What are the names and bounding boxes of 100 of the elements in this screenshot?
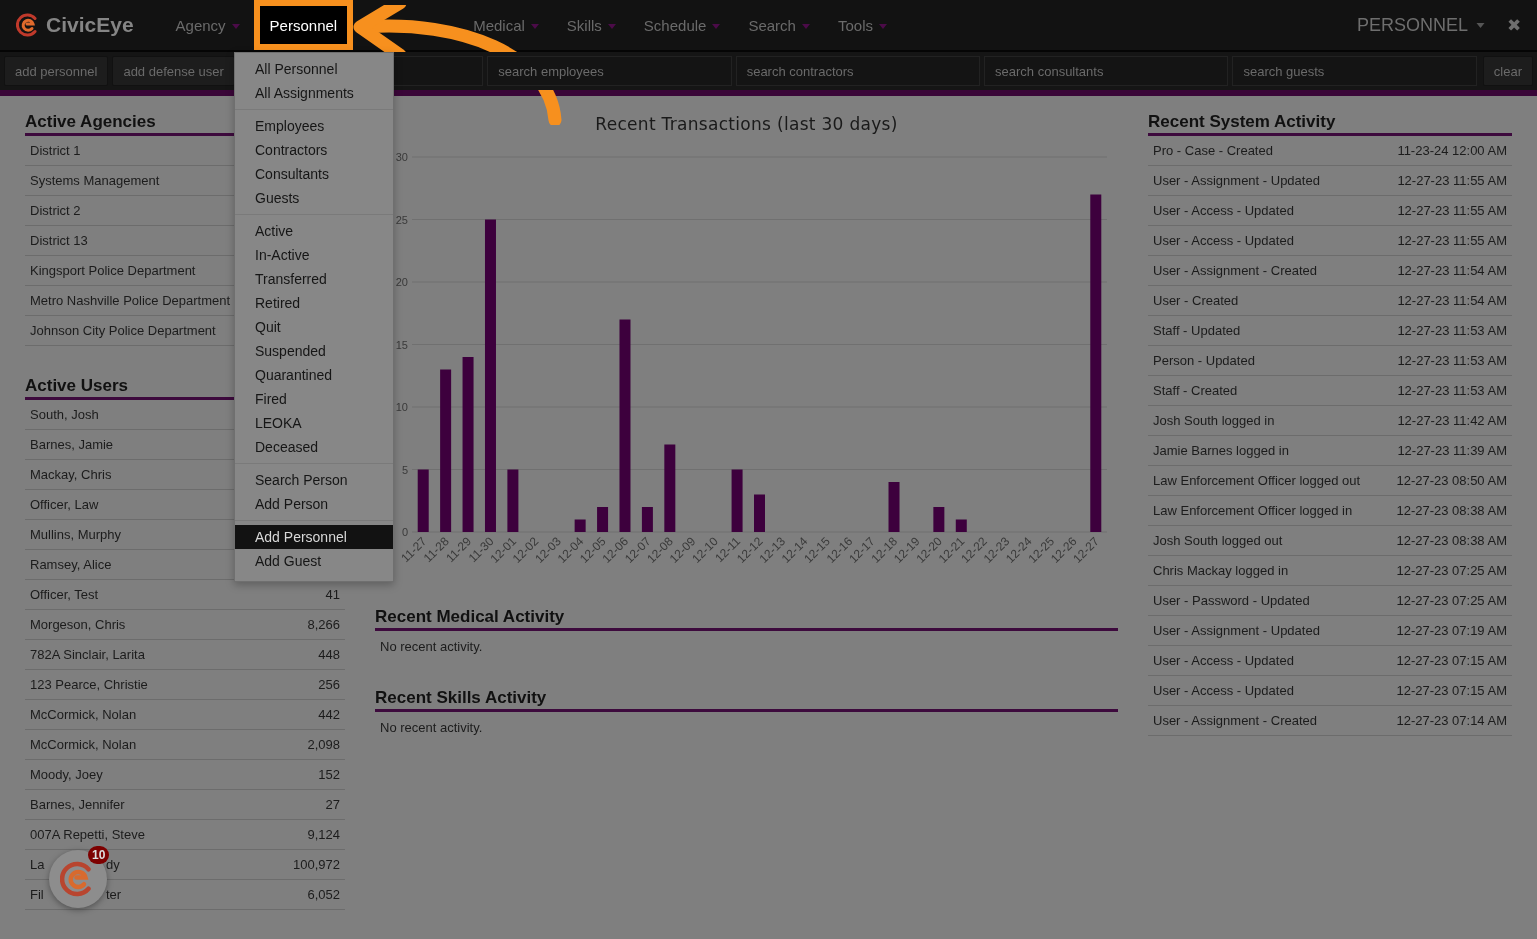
menu-item[interactable]: Transferred [235, 267, 393, 291]
menu-item[interactable]: Add Person [235, 492, 393, 516]
user-name[interactable]: Morgeson, Chris [30, 617, 126, 632]
search-field[interactable]: search consultants [984, 56, 1229, 86]
user-name[interactable]: South, Josh [30, 407, 99, 422]
chart-bar [754, 494, 765, 532]
menu-item[interactable]: LEOKA [235, 411, 393, 435]
activity-time: 12-27-23 11:53 AM [1397, 353, 1507, 368]
caret-icon [879, 23, 887, 29]
user-name[interactable]: ter [106, 887, 122, 902]
user-count: 8,266 [307, 617, 340, 632]
axis-label: 10 [395, 401, 408, 413]
nav-tab[interactable]: Personnel [259, 6, 348, 44]
chart-title: Recent Transactions (last 30 days) [594, 114, 899, 134]
empty-message: No recent activity. [380, 639, 484, 654]
nav-tab[interactable]: Agency [161, 0, 254, 50]
search-field[interactable]: search employees [487, 56, 732, 86]
menu-item[interactable]: Deceased [235, 435, 393, 459]
user-name[interactable]: La [30, 857, 45, 872]
user-name[interactable]: 782A Sinclair, Larita [30, 647, 145, 662]
activity-event: User - Assignment - Updated [1153, 173, 1320, 188]
nav-tab[interactable]: Tools [823, 0, 901, 50]
clear-button[interactable]: clear [1482, 56, 1533, 86]
nav-tab[interactable]: Skills [552, 0, 630, 50]
section-heading: Recent Medical Activity [375, 607, 1118, 631]
menu-item[interactable]: Retired [235, 291, 393, 315]
user-name[interactable]: Moody, Joey [30, 767, 103, 782]
activity-event: Person - Updated [1153, 353, 1255, 368]
activity-time: 12-27-23 07:15 AM [1396, 683, 1507, 698]
user-name[interactable]: Barnes, Jamie [30, 437, 114, 452]
search-field[interactable]: search contractors [735, 56, 981, 86]
agency-name[interactable]: Systems Management [30, 173, 160, 188]
user-name[interactable]: Officer, Law [30, 497, 99, 512]
agency-name[interactable]: Metro Nashville Police Department [30, 293, 231, 308]
toolbar-button[interactable]: add personnel [4, 56, 109, 86]
nav-tab[interactable]: Medical [459, 0, 553, 50]
user-name[interactable]: Officer, Test [30, 587, 99, 602]
menu-item[interactable]: Contractors [235, 138, 393, 162]
axis-label: 25 [395, 213, 408, 226]
activity-time: 12-27-23 07:25 AM [1396, 563, 1507, 578]
menu-item[interactable]: All Personnel [235, 57, 393, 81]
user-name[interactable]: 007A Repetti, Steve [30, 827, 145, 842]
menu-item[interactable]: Consultants [235, 162, 393, 186]
activity-time: 12-27-23 11:55 AM [1397, 203, 1507, 218]
activity-time: 12-27-23 11:53 AM [1397, 323, 1507, 338]
activity-event: User - Created [1153, 293, 1239, 308]
logo-icon [16, 13, 40, 37]
user-name[interactable]: Ramsey, Alice [30, 557, 112, 572]
activity-time: 12-27-23 11:54 AM [1397, 293, 1507, 308]
user-name[interactable]: Barnes, Jennifer [30, 797, 125, 812]
module-menu[interactable]: PERSONNEL [1356, 14, 1485, 36]
user-name[interactable]: 123 Pearce, Christie [30, 677, 148, 692]
empty-message: No recent activity. [380, 720, 484, 735]
activity-event: User - Access - Updated [1153, 683, 1294, 698]
agency-name[interactable]: District 13 [30, 233, 88, 248]
toolbar-button[interactable]: add defense user [112, 56, 235, 86]
activity-event: Josh South logged out [1153, 533, 1283, 548]
activity-time: 12-27-23 08:50 AM [1396, 473, 1507, 488]
nav-tab[interactable]: Schedule [629, 0, 735, 50]
menu-item[interactable]: Quit [235, 315, 393, 339]
user-name[interactable]: McCormick, Nolan [30, 737, 137, 752]
user-count: 152 [318, 767, 340, 782]
nav-tab[interactable]: Search [734, 0, 824, 50]
chart-bar [888, 482, 900, 532]
user-count: 2,098 [307, 737, 340, 752]
chart-bar [731, 469, 743, 532]
user-count: 256 [318, 677, 340, 692]
caret-icon [607, 23, 616, 29]
user-count: 100,972 [293, 857, 340, 872]
activity-time: 12-27-23 11:55 AM [1397, 173, 1507, 188]
caret-icon [231, 23, 240, 29]
brand-name[interactable]: CivicEye [46, 13, 134, 37]
axis-label: 30 [395, 151, 408, 163]
search-field[interactable]: search guests [1232, 56, 1477, 86]
menu-item[interactable]: Add Personnel [235, 525, 393, 549]
menu-item[interactable]: Search Person [235, 468, 393, 492]
agency-name[interactable]: District 2 [30, 203, 81, 218]
activity-event: Staff - Updated [1153, 323, 1241, 338]
menu-item[interactable]: Active [235, 219, 393, 243]
caret-icon [801, 23, 810, 29]
user-name[interactable]: Mullins, Murphy [30, 527, 122, 542]
agency-name[interactable]: District 1 [30, 143, 81, 158]
chart-bar [417, 469, 429, 532]
close-button[interactable]: ✖ [1507, 14, 1521, 36]
agency-name[interactable]: Kingsport Police Department [30, 263, 196, 278]
user-count: 442 [318, 707, 340, 722]
section-heading: Recent System Activity [1148, 112, 1512, 136]
menu-item[interactable]: Guests [235, 186, 393, 210]
user-name[interactable]: McCormick, Nolan [30, 707, 137, 722]
user-name[interactable]: Fil [30, 887, 44, 902]
axis-label: 0 [401, 526, 408, 538]
user-name[interactable]: Mackay, Chris [30, 467, 112, 482]
chat-button[interactable] [49, 850, 107, 908]
menu-item[interactable]: Suspended [235, 339, 393, 363]
menu-item[interactable]: Add Guest [235, 549, 393, 573]
activity-time: 12-27-23 07:19 AM [1396, 623, 1507, 638]
menu-item[interactable]: All Assignments [235, 81, 393, 105]
agency-name[interactable]: Johnson City Police Department [30, 323, 216, 338]
menu-item[interactable]: In-Active [235, 243, 393, 267]
chart-bar [597, 507, 609, 532]
